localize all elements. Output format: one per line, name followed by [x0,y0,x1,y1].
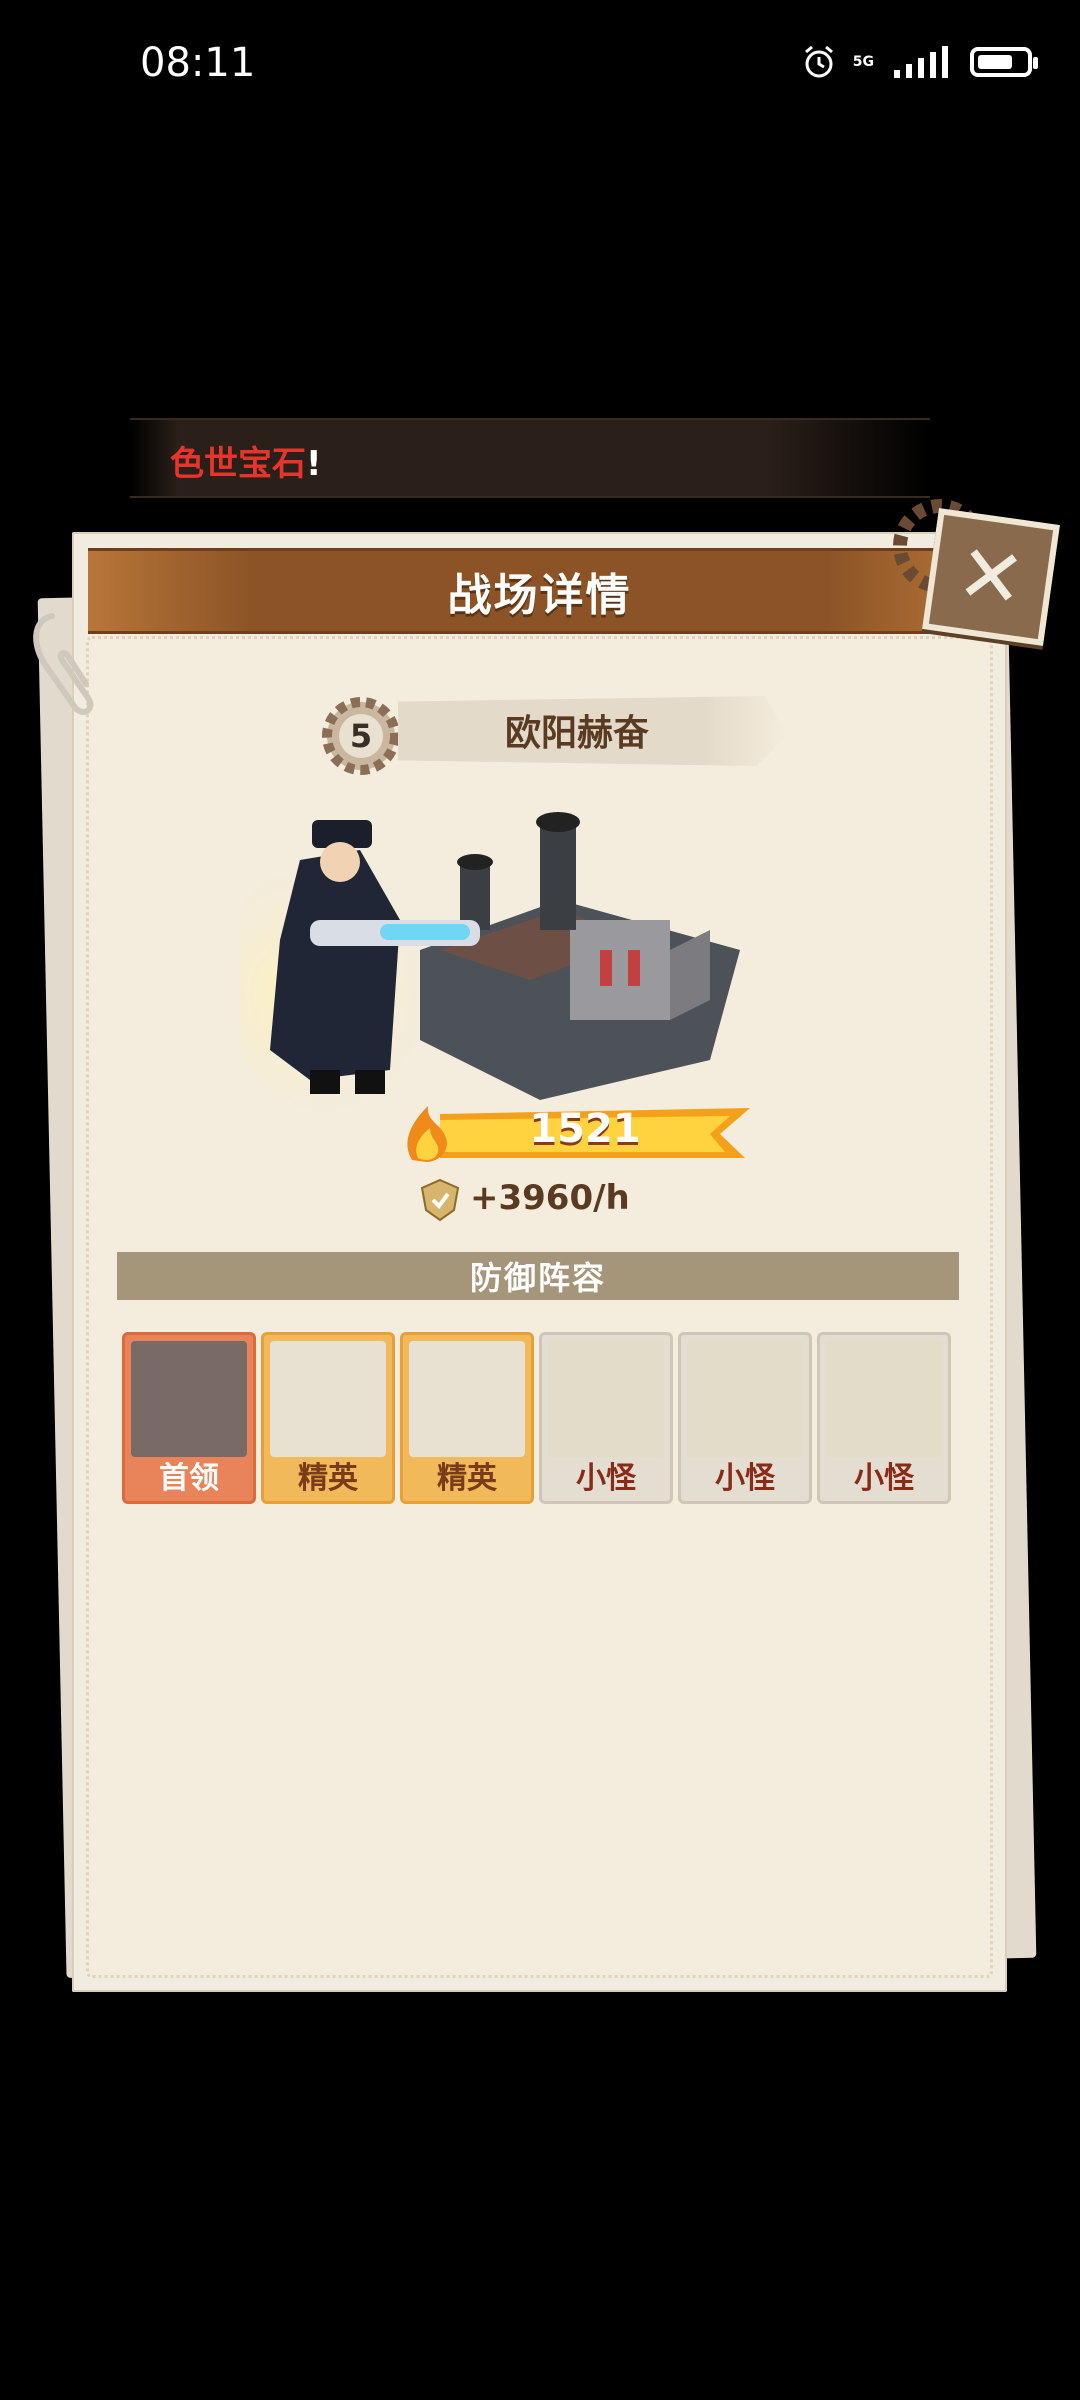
close-button[interactable]: ✕ [922,508,1060,646]
enemy-portrait [826,1341,942,1457]
close-icon: ✕ [951,525,1031,628]
status-time: 08:11 [140,40,256,86]
power-value: 1521 [529,1106,641,1152]
card-label: 小怪 [576,1461,636,1496]
defense-lineup: 首领 精英 精英 小怪 小怪 小怪 [122,1332,952,1508]
network-indicator: 5G [853,55,874,69]
alarm-icon [804,45,833,78]
battery-icon [970,47,1038,77]
announcement-text: 色世宝石! [170,444,322,484]
card-label: 首领 [159,1461,219,1496]
announcement-marquee: 色世宝石! [130,418,930,498]
card-label: 小怪 [715,1461,775,1496]
lineup-card-minion[interactable]: 小怪 [678,1332,812,1504]
player-level: 5 [349,717,373,755]
enemy-portrait [687,1341,803,1457]
dialog-title-bar: 战场详情 [88,548,991,634]
hero-and-base-illustration [240,812,740,1120]
enemy-portrait [548,1341,664,1457]
section-title: 防御阵容 [469,1259,606,1297]
card-label: 精英 [298,1461,358,1496]
paperclip-icon [33,613,94,715]
enemy-portrait [270,1341,386,1457]
fortress-building [420,812,740,1100]
income-rate: +3960/h [470,1178,630,1218]
status-icons: 5G [801,44,1038,80]
lineup-card-minion[interactable]: 小怪 [817,1332,951,1504]
enemy-portrait [131,1341,247,1457]
player-name: 欧阳赫奋 [505,713,650,754]
dialog-title: 战场详情 [447,570,632,621]
card-label: 精英 [437,1461,497,1496]
lineup-card-minion[interactable]: 小怪 [539,1332,673,1504]
signal-icon [894,46,948,78]
coin-shield-icon [420,1178,460,1222]
defense-lineup-header: 防御阵容 [117,1252,959,1300]
lineup-card-elite[interactable]: 精英 [261,1332,395,1504]
enemy-portrait [409,1341,525,1457]
network-label: 5G [852,54,874,70]
card-label: 小怪 [854,1461,914,1496]
lineup-card-elite[interactable]: 精英 [400,1332,534,1504]
lineup-card-boss[interactable]: 首领 [122,1332,256,1504]
